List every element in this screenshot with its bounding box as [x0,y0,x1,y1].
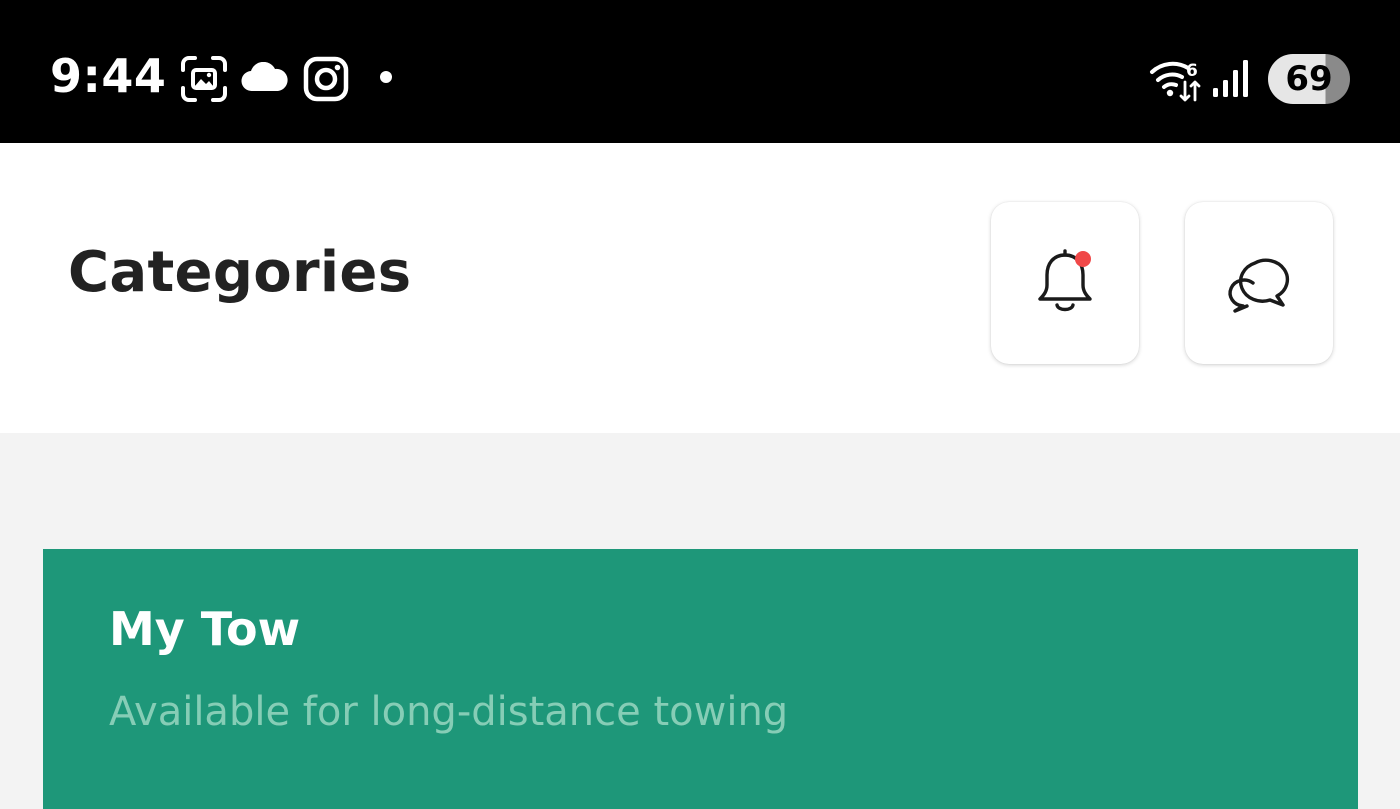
status-time: 9:44 [50,49,167,103]
category-card-my-tow[interactable]: My Tow Available for long-distance towin… [43,549,1358,809]
bell-icon [1038,249,1092,312]
page-title: Categories [68,240,412,305]
category-title: My Tow [109,602,301,656]
wifi-6-icon: 6 [1150,61,1201,102]
battery-icon: 69 [1268,54,1350,104]
messages-button[interactable] [1185,202,1333,364]
unread-badge [1075,251,1091,267]
notification-dot-icon [380,71,392,83]
instagram-icon [303,56,349,102]
cloud-icon [241,62,288,92]
notifications-button[interactable] [991,202,1139,364]
screenshot-icon [181,56,227,102]
chat-bubbles-icon [1228,258,1290,313]
svg-text:6: 6 [1186,61,1198,81]
category-subtitle: Available for long-distance towing [109,689,789,735]
app-header: Categories [0,143,1400,433]
status-bar: 9:44 6 69 [0,0,1400,143]
cellular-signal-icon [1213,60,1248,97]
